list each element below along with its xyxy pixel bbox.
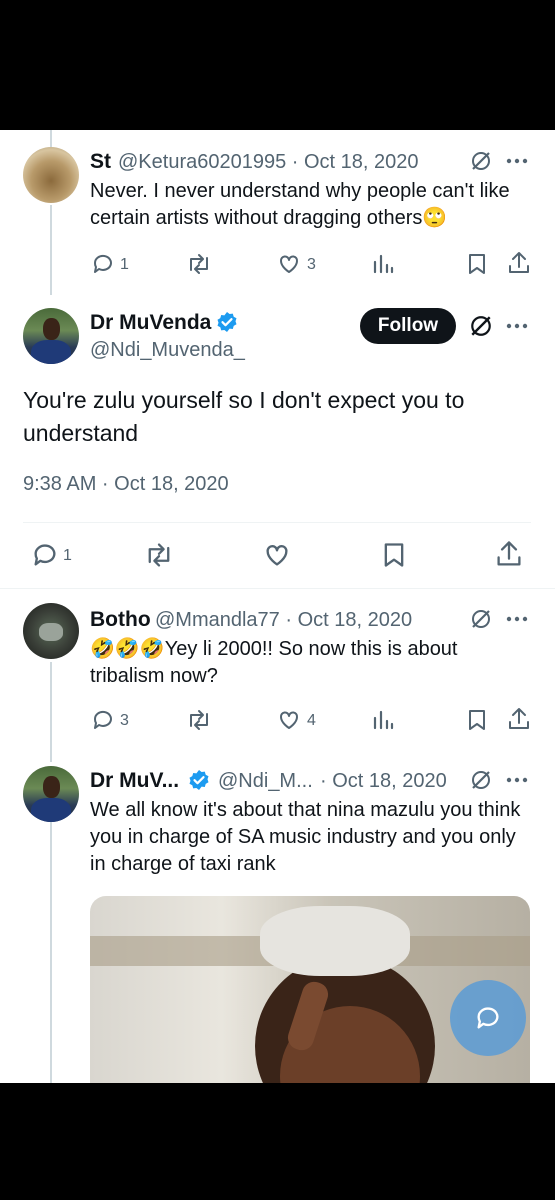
grok-icon[interactable] [470, 608, 492, 630]
thread-line [50, 205, 52, 295]
bookmark-icon[interactable] [466, 252, 488, 276]
share-icon[interactable] [507, 250, 531, 276]
tweet-text: You're zulu yourself so I don't expect y… [23, 387, 465, 446]
retweet-icon[interactable] [186, 252, 212, 276]
author-name[interactable]: Dr MuV... [90, 769, 179, 793]
retweet-icon[interactable] [144, 541, 174, 569]
navigation-bar [0, 1083, 555, 1200]
more-icon[interactable] [506, 616, 528, 622]
views-icon[interactable] [372, 708, 394, 732]
author-handle[interactable]: @Mmandla77 · Oct 18, 2020 [155, 609, 412, 632]
divider [0, 588, 555, 589]
author-name[interactable]: Dr MuVenda [90, 311, 211, 335]
views-icon[interactable] [372, 252, 394, 276]
verified-icon [189, 770, 209, 790]
tweet-text: 🤣🤣🤣Yey li 2000!! So now this is about tr… [90, 638, 458, 687]
thread-line [50, 662, 52, 762]
like-count: 4 [307, 712, 316, 729]
more-icon[interactable] [506, 777, 528, 783]
divider [23, 522, 531, 523]
compose-icon [477, 1007, 499, 1029]
reply-icon[interactable] [91, 252, 115, 276]
status-bar [0, 0, 555, 130]
author-handle[interactable]: @Ketura60201995 · Oct 18, 2020 [118, 151, 419, 174]
avatar[interactable] [23, 308, 79, 364]
tweet-date[interactable]: · Oct 18, 2020 [320, 770, 447, 793]
grok-icon[interactable] [469, 314, 493, 338]
verified-icon [217, 312, 237, 332]
author-name[interactable]: St [90, 150, 111, 174]
avatar[interactable] [23, 603, 79, 659]
more-icon[interactable] [506, 323, 528, 329]
reply-icon[interactable] [91, 708, 115, 732]
author-handle[interactable]: @Ndi_M... [218, 770, 313, 793]
like-icon[interactable] [263, 541, 291, 569]
follow-button[interactable]: Follow [360, 308, 456, 344]
avatar[interactable] [23, 147, 79, 203]
reply-count: 3 [120, 712, 129, 729]
grok-icon[interactable] [470, 150, 492, 172]
tweet-timestamp[interactable]: 9:38 AM · Oct 18, 2020 [23, 473, 229, 496]
thread-line [50, 130, 52, 147]
like-icon[interactable] [277, 252, 301, 276]
tweet-thread[interactable]: St @Ketura60201995 · Oct 18, 2020 Never.… [0, 130, 555, 1083]
compose-button[interactable] [450, 980, 526, 1056]
bookmark-icon[interactable] [466, 708, 488, 732]
reply-count: 1 [63, 547, 72, 564]
reply-icon[interactable] [31, 541, 59, 569]
retweet-icon[interactable] [186, 708, 212, 732]
more-icon[interactable] [506, 158, 528, 164]
tweet-text: Never. I never understand why people can… [90, 180, 510, 229]
thread-line [50, 822, 52, 1083]
avatar[interactable] [23, 766, 79, 822]
tweet-text: We all know it's about that nina mazulu … [90, 799, 521, 875]
like-icon[interactable] [277, 708, 301, 732]
share-icon[interactable] [507, 706, 531, 732]
grok-icon[interactable] [470, 769, 492, 791]
bookmark-icon[interactable] [381, 541, 407, 569]
author-handle[interactable]: @Ndi_Muvenda_ [90, 339, 245, 362]
like-count: 3 [307, 256, 316, 273]
reply-count: 1 [120, 256, 129, 273]
author-name[interactable]: Botho [90, 608, 151, 632]
share-icon[interactable] [495, 539, 523, 569]
